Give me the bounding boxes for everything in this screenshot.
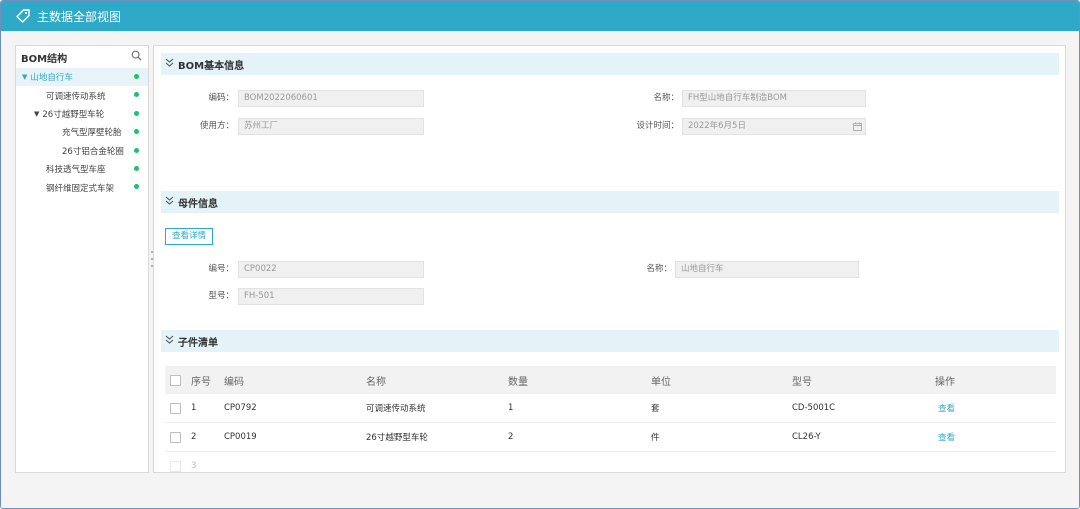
- tree-item-label: 山地自行车: [30, 73, 73, 84]
- tree-item[interactable]: ▼ 山地自行车: [16, 68, 148, 87]
- row-checkbox[interactable]: [170, 402, 181, 414]
- design-time-label: 设计时间：: [636, 121, 679, 131]
- status-dot-icon: [134, 147, 139, 153]
- tree-item[interactable]: 充气型厚壁轮胎: [16, 123, 148, 141]
- row-unit: 套: [651, 404, 660, 414]
- tree-item[interactable]: 钢纤维固定式车架: [16, 178, 148, 196]
- tree-item-label: 26寸铝合金轮圈: [62, 146, 124, 157]
- row-unit: 件: [651, 433, 660, 443]
- status-dot-icon: [134, 184, 139, 190]
- tree-item[interactable]: 可调速传动系统: [16, 86, 148, 104]
- tree-item-label: 充气型厚壁轮胎: [62, 128, 122, 139]
- bom-info-section-header[interactable]: BOM基本信息: [161, 53, 1059, 75]
- tree-item[interactable]: 26寸铝合金轮圈: [16, 142, 148, 160]
- table-row[interactable]: 1 CP0792 可调速传动系统 1 套 CD-5001C 查看: [165, 394, 1056, 423]
- bom-code-label: 编码：: [208, 93, 234, 103]
- title-bar: 主数据全部视图: [1, 1, 1079, 31]
- row-qty: 1: [508, 403, 514, 413]
- status-dot-icon: [134, 165, 139, 171]
- collapse-chevron-icon: [165, 196, 174, 208]
- bom-tree-title: BOM结构: [21, 53, 68, 65]
- row-checkbox[interactable]: [170, 460, 181, 472]
- status-dot-icon: [134, 74, 139, 79]
- parent-code-label: 编号：: [208, 264, 234, 274]
- row-view-link[interactable]: 查看: [938, 423, 955, 451]
- bom-info-section-title: BOM基本信息: [178, 60, 245, 72]
- row-name: 26寸越野型车轮: [366, 433, 428, 443]
- collapse-chevron-icon: [165, 335, 174, 347]
- column-header-model: 型号: [792, 376, 812, 388]
- parent-code-field[interactable]: CP0022: [238, 261, 424, 278]
- row-checkbox[interactable]: [170, 431, 181, 443]
- parent-model-field[interactable]: FH-501: [238, 288, 424, 305]
- tag-icon: [15, 8, 31, 24]
- bom-tree-header: BOM结构: [16, 46, 148, 68]
- status-dot-icon: [134, 129, 139, 135]
- status-dot-icon: [134, 92, 139, 98]
- bom-user-field[interactable]: 苏州工厂: [238, 118, 424, 135]
- column-header-action: 操作: [935, 376, 955, 388]
- children-section-header[interactable]: 子件清单: [161, 330, 1059, 352]
- select-all-checkbox[interactable]: [170, 374, 181, 386]
- column-header-name: 名称: [366, 376, 386, 388]
- tree-item-label: 钢纤维固定式车架: [46, 183, 115, 194]
- collapse-chevron-icon: [165, 58, 174, 70]
- parent-info-section-header[interactable]: 母件信息: [161, 191, 1059, 213]
- column-header-qty: 数量: [508, 376, 528, 388]
- table-row[interactable]: 2 CP0019 26寸越野型车轮 2 件 CL26-Y 查看: [165, 423, 1056, 452]
- parent-info-section-title: 母件信息: [178, 198, 218, 210]
- tree-item-label: 科技透气型车座: [46, 165, 106, 176]
- row-qty: 2: [508, 432, 514, 442]
- status-dot-icon: [134, 110, 139, 116]
- design-time-value: 2022年6月5日: [688, 121, 746, 131]
- parent-name-label: 名称：: [646, 264, 672, 274]
- column-header-index: 序号: [191, 376, 211, 388]
- row-index: 1: [191, 403, 197, 413]
- children-section-title: 子件清单: [178, 337, 218, 349]
- row-code: CP0019: [224, 432, 257, 442]
- tree-item[interactable]: ▼ 26寸越野型车轮: [16, 105, 148, 123]
- tree-item-label: 26寸越野型车轮: [42, 109, 105, 120]
- table-row[interactable]: 3: [165, 452, 1056, 472]
- parent-model-label: 型号：: [208, 291, 234, 301]
- bom-name-field[interactable]: FH型山地自行车制造BOM: [682, 90, 866, 107]
- bom-tree-panel: BOM结构 ▼ 山地自行车 可调速传动系统 ▼ 26寸越野型车轮 充气型厚壁轮胎 26寸铝合…: [15, 45, 149, 473]
- row-name: 可调速传动系统: [366, 404, 426, 414]
- bom-tree: ▼ 山地自行车 可调速传动系统 ▼ 26寸越野型车轮 充气型厚壁轮胎 26寸铝合金轮圈 科技透…: [16, 68, 148, 197]
- detail-panel: BOM基本信息 编码： BOM2022060601 名称： FH型山地自行车制造…: [153, 45, 1066, 473]
- app-window: 主数据全部视图 BOM结构 ▼ 山地自行车 可调速传动系统 ▼ 26寸越野型车轮 充气型厚…: [0, 0, 1080, 509]
- bom-user-label: 使用方：: [199, 121, 234, 131]
- design-time-field[interactable]: 2022年6月5日: [682, 118, 866, 135]
- tree-item-label: 可调速传动系统: [46, 91, 106, 102]
- content-area: BOM结构 ▼ 山地自行车 可调速传动系统 ▼ 26寸越野型车轮 充气型厚壁轮胎 26寸铝合…: [1, 31, 1079, 508]
- bom-name-label: 名称：: [653, 93, 679, 103]
- caret-down-icon[interactable]: ▼: [22, 73, 27, 81]
- children-table-header: 序号 编码 名称 数量 单位 型号 操作: [165, 366, 1056, 394]
- column-header-code: 编码: [224, 376, 244, 388]
- row-model: CL26-Y: [792, 432, 821, 442]
- row-code: CP0792: [224, 403, 257, 413]
- row-view-link[interactable]: 查看: [938, 394, 955, 422]
- calendar-icon[interactable]: [853, 122, 862, 131]
- row-model: CD-5001C: [792, 403, 836, 413]
- window-title: 主数据全部视图: [37, 9, 122, 24]
- row-index: 2: [191, 432, 197, 442]
- tree-item[interactable]: 科技透气型车座: [16, 160, 148, 178]
- parent-name-field[interactable]: 山地自行车: [675, 261, 859, 278]
- bom-code-field[interactable]: BOM2022060601: [238, 90, 424, 107]
- view-detail-button[interactable]: 查看详情: [165, 228, 213, 245]
- row-index: 3: [191, 461, 197, 471]
- column-header-unit: 单位: [651, 376, 671, 388]
- caret-down-icon[interactable]: ▼: [34, 110, 39, 118]
- search-icon[interactable]: [131, 50, 142, 64]
